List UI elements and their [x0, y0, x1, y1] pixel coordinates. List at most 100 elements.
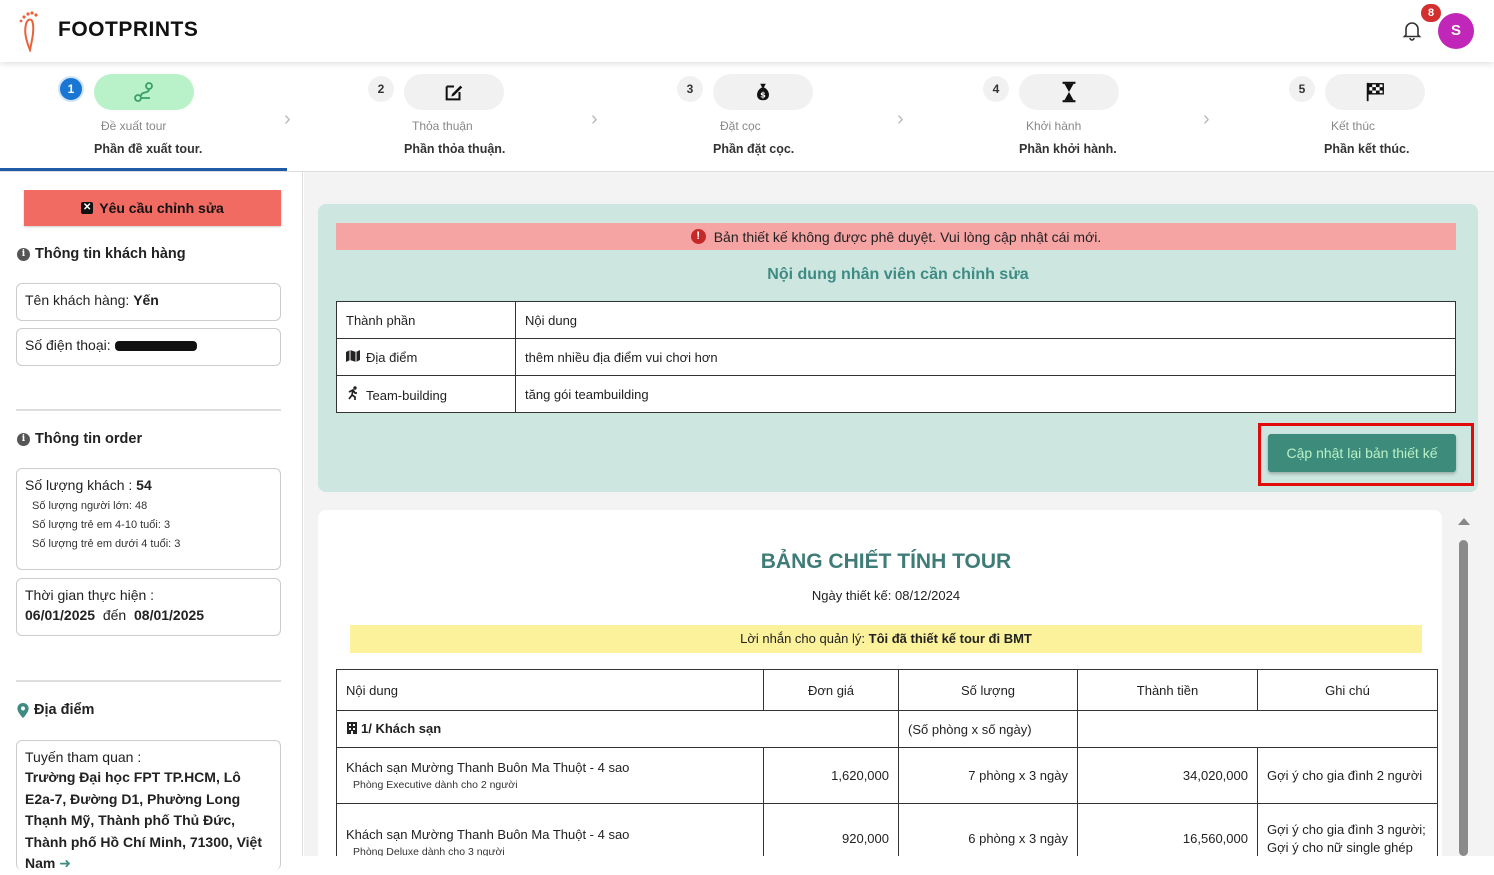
- table-row: Khách sạn Mường Thanh Buôn Ma Thuột - 4 …: [336, 803, 1438, 856]
- alert-text: Bản thiết kế không được phê duyệt. Vui l…: [713, 228, 1102, 245]
- map-pin-icon: [17, 702, 29, 718]
- column-header: Số lượng: [898, 669, 1078, 711]
- design-date: Ngày thiết kế: 08/12/2024: [811, 588, 961, 603]
- heading-text: Thông tin khách hàng: [35, 246, 186, 262]
- step-subtitle: Phần kết thúc.: [1324, 142, 1410, 156]
- step-label: Đặt cọc: [720, 119, 761, 133]
- field-label: Số điện thoại:: [25, 337, 111, 353]
- section-title: 1/ Khách sạn: [361, 721, 442, 736]
- error-icon: !: [690, 229, 706, 244]
- table-header-row: Thành phần Nội dung: [336, 301, 1456, 339]
- field-label: Tên khách hàng:: [25, 292, 130, 308]
- tour-quote-panel: BẢNG CHIẾT TÍNH TOUR Ngày thiết kế: 08/1…: [318, 510, 1442, 856]
- unit-price: 1,620,000: [763, 747, 899, 804]
- quote-title: BẢNG CHIẾT TÍNH TOUR: [760, 550, 1012, 573]
- footprints-logo-icon[interactable]: [16, 10, 42, 52]
- column-header: Nội dung: [515, 301, 1456, 339]
- field-label: Số lượng khách :: [25, 477, 133, 493]
- step-subtitle: Phần khởi hành.: [1019, 142, 1117, 156]
- scroll-thumb[interactable]: [1459, 540, 1468, 856]
- active-step-indicator: [0, 168, 287, 171]
- step-subtitle: Phần đề xuất tour.: [94, 142, 203, 156]
- vertical-scrollbar[interactable]: [1457, 518, 1471, 856]
- building-icon: [346, 722, 358, 737]
- scroll-up-arrow-icon[interactable]: [1458, 518, 1470, 525]
- manager-note: Lời nhắn cho quản lý: Tôi đã thiết kế to…: [350, 625, 1422, 653]
- step-number: 4: [983, 76, 1009, 102]
- chevron-right-icon: ›: [591, 108, 598, 130]
- money-bag-icon: $: [713, 74, 813, 110]
- step-departure[interactable]: 4 Khởi hành Phần khởi hành.: [924, 62, 1224, 172]
- item-cell: Khách sạn Mường Thanh Buôn Ma Thuột - 4 …: [336, 803, 764, 856]
- step-label: Đề xuất tour: [101, 119, 167, 133]
- empty-cell: [1077, 710, 1438, 748]
- section-cell: 1/ Khách sạn: [336, 710, 899, 748]
- rejection-alert: ! Bản thiết kế không được phê duyệt. Vui…: [336, 223, 1456, 250]
- step-finish[interactable]: 5 Kết thúc Phần kết thúc.: [1230, 62, 1494, 172]
- customer-info-heading: i Thông tin khách hàng: [17, 246, 186, 262]
- end-date: 08/01/2025: [134, 607, 205, 623]
- divider: [16, 409, 281, 411]
- redacted-phone-number: [114, 341, 197, 352]
- row-note: Gợi ý cho gia đình 3 người; Gợi ý cho nữ…: [1257, 803, 1438, 856]
- kids-under-4-count: Số lượng trẻ em dưới 4 tuổi: 3: [32, 538, 181, 550]
- brand-name[interactable]: FOOTPRINTS: [58, 18, 198, 42]
- hourglass-icon: [1019, 74, 1119, 110]
- route-box: Tuyến tham quan : Trường Đại học FPT TP.…: [16, 740, 281, 871]
- request-edit-button[interactable]: ✕ Yêu cầu chỉnh sửa: [24, 190, 281, 226]
- table-header-row: Nội dung Đơn giá Số lượng Thành tiền Ghi…: [336, 669, 1438, 711]
- start-date: 06/01/2025: [25, 607, 96, 623]
- step-deposit[interactable]: 3 $ Đặt cọc Phần đặt cọc.: [618, 62, 918, 172]
- edit-icon: [404, 74, 504, 110]
- checkered-flag-icon: [1325, 74, 1425, 110]
- progress-stepper: 1 Đề xuất tour Phần đề xuất tour. › 2 Th…: [0, 62, 1494, 172]
- map-icon: [346, 349, 360, 365]
- step-subtitle: Phần đặt cọc.: [713, 142, 795, 156]
- order-sidebar: ✕ Yêu cầu chỉnh sửa i Thông tin khách hà…: [0, 172, 303, 871]
- note-text: Tôi đã thiết kế tour đi BMT: [868, 631, 1032, 646]
- edit-request-table: Thành phần Nội dung Địa điểm thêm nhiều …: [336, 301, 1456, 413]
- chevron-right-icon: ›: [897, 108, 904, 130]
- top-bar: FOOTPRINTS 8 S: [0, 0, 1494, 62]
- item-name: Khách sạn Mường Thanh Buôn Ma Thuột - 4 …: [346, 827, 630, 842]
- kids-4-10-count: Số lượng trẻ em 4-10 tuổi: 3: [32, 519, 171, 531]
- step-subtitle: Phần thỏa thuận.: [404, 142, 506, 156]
- notification-badge: 8: [1421, 4, 1441, 22]
- step-number: 2: [368, 76, 394, 102]
- column-header: Thành tiền: [1077, 669, 1258, 711]
- field-label: Tuyến tham quan :: [25, 749, 142, 765]
- component-cell: Địa điểm: [336, 338, 516, 376]
- column-header: Ghi chú: [1257, 669, 1438, 711]
- item-description: Phòng Executive dành cho 2 người: [353, 779, 518, 791]
- bell-icon[interactable]: [1400, 18, 1424, 42]
- table-row: Khách sạn Mường Thanh Buôn Ma Thuột - 4 …: [336, 747, 1438, 804]
- unit-price: 920,000: [763, 803, 899, 856]
- item-cell: Khách sạn Mường Thanh Buôn Ma Thuột - 4 …: [336, 747, 764, 804]
- row-note: Gợi ý cho gia đình 2 người: [1257, 747, 1438, 804]
- item-name: Khách sạn Mường Thanh Buôn Ma Thuột - 4 …: [346, 760, 630, 775]
- chevron-right-icon: ›: [1203, 108, 1210, 130]
- section-qty-note: (Số phòng x số ngày): [898, 710, 1078, 748]
- line-total: 34,020,000: [1077, 747, 1258, 804]
- running-icon: [346, 385, 360, 403]
- step-number: 1: [58, 76, 84, 102]
- step-label: Khởi hành: [1026, 119, 1082, 133]
- table-row: Team-building tăng gói teambuilding: [336, 375, 1456, 413]
- order-info-heading: i Thông tin order: [17, 431, 142, 447]
- arrow-right-icon[interactable]: ➜: [59, 855, 71, 871]
- info-icon: i: [17, 432, 30, 446]
- section-row: 1/ Khách sạn (Số phòng x số ngày): [336, 710, 1438, 748]
- location-heading: Địa điểm: [17, 702, 94, 718]
- avatar[interactable]: S: [1438, 13, 1474, 49]
- step-number: 3: [677, 76, 703, 102]
- column-header: Đơn giá: [763, 669, 899, 711]
- step-agreement[interactable]: 2 Thỏa thuận Phần thỏa thuận.: [310, 62, 610, 172]
- highlight-box: [1258, 423, 1474, 486]
- step-number: 5: [1289, 76, 1315, 102]
- adult-count: Số lượng người lớn: 48: [32, 500, 148, 512]
- step-propose[interactable]: 1 Đề xuất tour Phần đề xuất tour.: [0, 62, 300, 172]
- route-icon: [94, 74, 194, 110]
- content-cell: thêm nhiều địa điểm vui chơi hơn: [515, 338, 1456, 376]
- component-cell: Team-building: [336, 375, 516, 413]
- customer-name: Yến: [133, 292, 159, 308]
